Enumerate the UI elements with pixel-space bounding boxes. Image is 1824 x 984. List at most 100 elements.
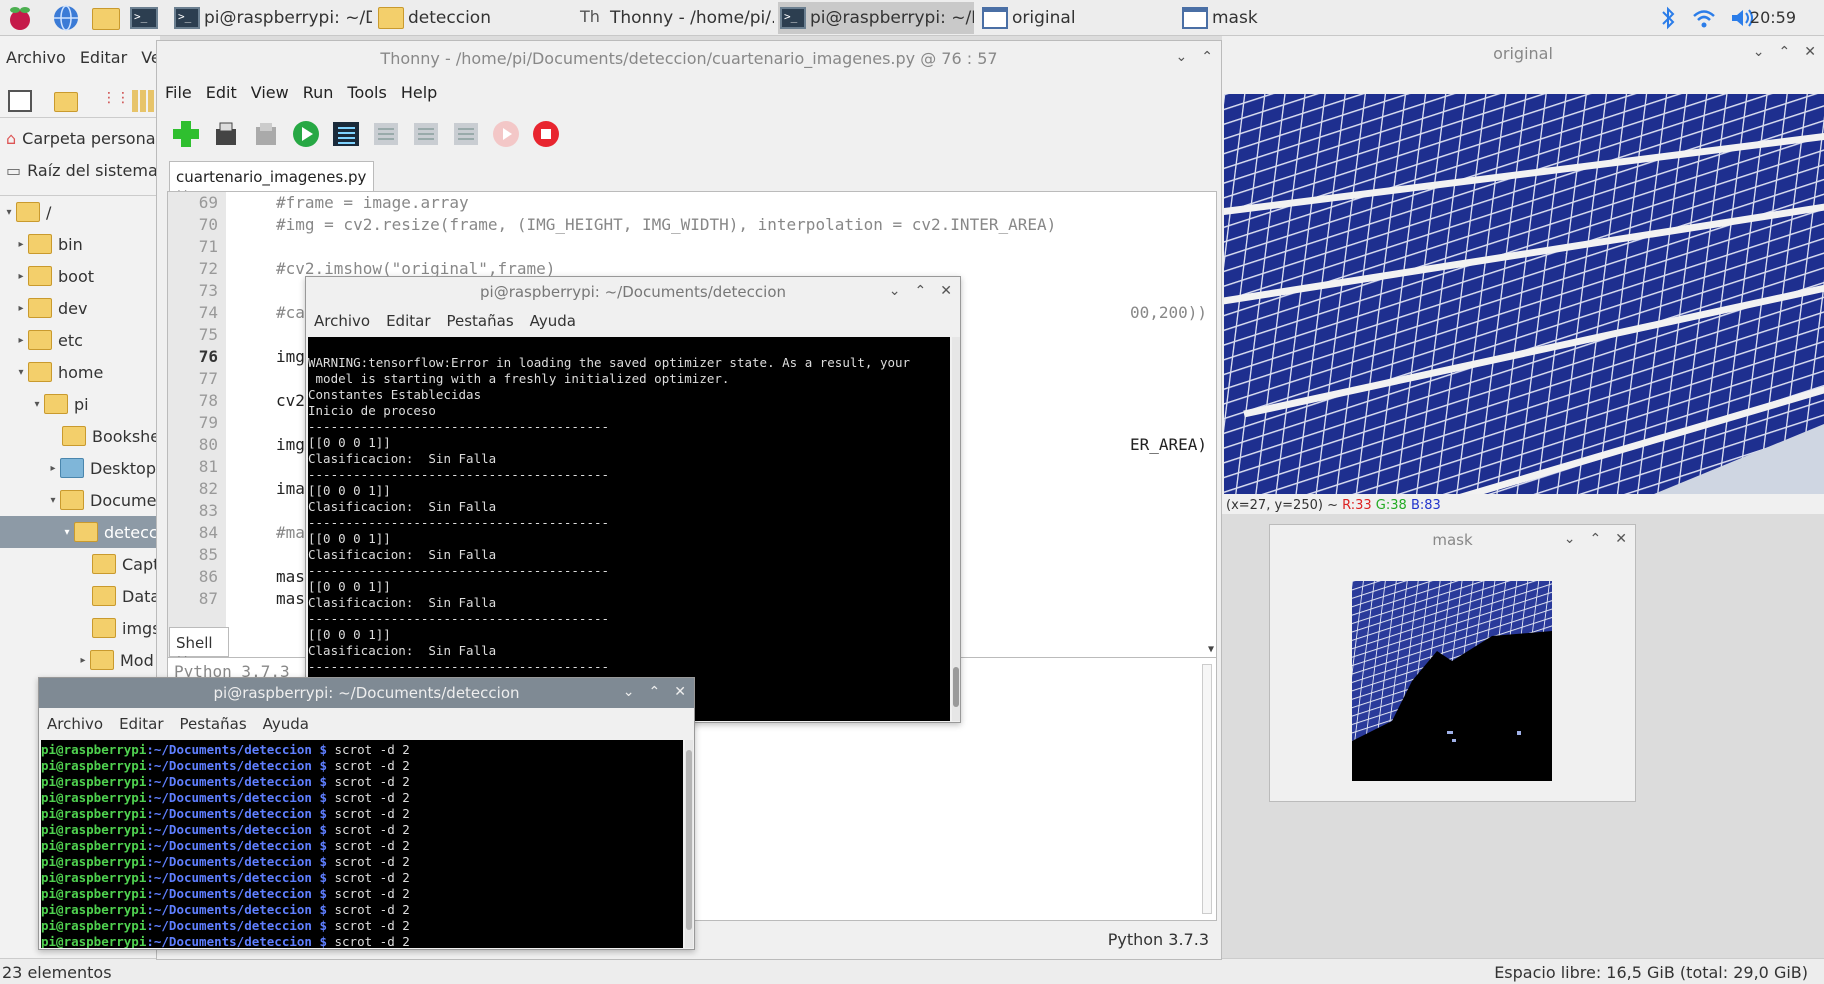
expand-arrow-icon[interactable]: ▸ bbox=[14, 303, 28, 314]
open-file-icon[interactable] bbox=[211, 119, 241, 149]
tree-item-boot[interactable]: ▸ boot bbox=[0, 260, 160, 292]
run-icon[interactable] bbox=[291, 119, 321, 149]
term-menu-archivo[interactable]: Archivo bbox=[47, 715, 103, 733]
new-file-icon[interactable] bbox=[171, 119, 201, 149]
icon-view-icon[interactable] bbox=[132, 90, 156, 112]
tree-item-imgs[interactable]: imgs bbox=[0, 612, 161, 644]
terminal-output[interactable]: WARNING:tensorflow:Error in loading the … bbox=[308, 337, 950, 721]
tree-view-icon[interactable]: ⋮⋮ bbox=[102, 90, 130, 112]
expand-arrow-icon[interactable]: ▸ bbox=[14, 335, 28, 346]
tree-item-desktop[interactable]: ▸ Desktop bbox=[0, 452, 160, 484]
menu-edit[interactable]: Edit bbox=[206, 83, 237, 102]
expand-arrow-icon[interactable]: ▸ bbox=[14, 271, 28, 282]
terminal-launcher-icon[interactable]: >_ bbox=[130, 7, 158, 29]
close-icon[interactable]: ✕ bbox=[940, 283, 952, 299]
fm-menu-editar[interactable]: Editar bbox=[80, 48, 127, 67]
debug-icon[interactable] bbox=[331, 119, 361, 149]
close-icon[interactable]: ✕ bbox=[1804, 44, 1816, 60]
step-over-icon[interactable] bbox=[371, 119, 401, 149]
terminal-scrollbar[interactable] bbox=[952, 337, 960, 721]
expand-arrow-icon[interactable]: ▸ bbox=[46, 463, 60, 474]
expand-arrow-icon[interactable]: ▸ bbox=[76, 655, 90, 666]
term-menu-editar[interactable]: Editar bbox=[386, 312, 430, 330]
tree-item-dev[interactable]: ▸ dev bbox=[0, 292, 160, 324]
tree-item-pi[interactable]: ▾ pi bbox=[0, 388, 160, 420]
menu-view[interactable]: View bbox=[251, 83, 289, 102]
menu-run[interactable]: Run bbox=[303, 83, 334, 102]
tree-item-bin[interactable]: ▸ bin bbox=[0, 228, 160, 260]
minimize-icon[interactable]: ⌄ bbox=[623, 684, 635, 700]
new-window-icon[interactable] bbox=[8, 90, 32, 112]
maximize-icon[interactable]: ⌃ bbox=[1201, 49, 1213, 65]
expand-arrow-icon[interactable]: ▸ bbox=[14, 239, 28, 250]
task-terminal-1[interactable]: >_pi@raspberrypi: ~/Do... bbox=[172, 2, 372, 34]
solar-panel-image[interactable] bbox=[1224, 94, 1824, 494]
terminal-shell-output[interactable]: pi@raspberrypi:~/Documents/deteccion $ s… bbox=[41, 740, 683, 948]
task-terminal-2[interactable]: >_pi@raspberrypi: ~/Do... bbox=[778, 2, 974, 34]
tree-item-deteccion[interactable]: ▾ deteccio bbox=[0, 516, 172, 548]
fm-menu-archivo[interactable]: Archivo bbox=[6, 48, 66, 67]
task-original[interactable]: original bbox=[980, 2, 1176, 34]
tree-item-home[interactable]: ▾ home bbox=[0, 356, 160, 388]
terminal-titlebar[interactable]: pi@raspberrypi: ~/Documents/deteccion ⌄ ⌃… bbox=[39, 678, 694, 708]
step-into-icon[interactable] bbox=[411, 119, 441, 149]
menu-file[interactable]: File bbox=[165, 83, 192, 102]
close-icon[interactable]: ✕ bbox=[674, 684, 686, 700]
expand-arrow-icon[interactable]: ▾ bbox=[2, 207, 16, 218]
minimize-icon[interactable]: ⌄ bbox=[1564, 531, 1576, 547]
minimize-icon[interactable]: ⌄ bbox=[1176, 49, 1188, 65]
expand-arrow-icon[interactable]: ▾ bbox=[14, 367, 28, 378]
maximize-icon[interactable]: ⌃ bbox=[1590, 531, 1602, 547]
term-menu-ayuda[interactable]: Ayuda bbox=[263, 715, 309, 733]
menu-help[interactable]: Help bbox=[401, 83, 437, 102]
shell-tab[interactable]: Shell ✕ bbox=[169, 627, 229, 670]
terminal-titlebar[interactable]: pi@raspberrypi: ~/Documents/deteccion ⌄ ⌃… bbox=[306, 277, 960, 307]
maximize-icon[interactable]: ⌃ bbox=[649, 684, 661, 700]
stop-icon[interactable] bbox=[531, 119, 561, 149]
term-menu-editar[interactable]: Editar bbox=[119, 715, 163, 733]
tree-item-documents[interactable]: ▾ Documer bbox=[0, 484, 163, 516]
scrollbar-thumb[interactable] bbox=[953, 667, 959, 707]
term-menu-pestanas[interactable]: Pestañas bbox=[447, 312, 514, 330]
maximize-icon[interactable]: ⌃ bbox=[915, 283, 927, 299]
tree-item-root[interactable]: ▾ / bbox=[0, 196, 160, 228]
task-mask[interactable]: mask bbox=[1180, 2, 1376, 34]
expand-arrow-icon[interactable]: ▾ bbox=[30, 399, 44, 410]
place-home[interactable]: ⌂ Carpeta personal bbox=[0, 122, 160, 154]
resume-icon[interactable] bbox=[491, 119, 521, 149]
bluetooth-icon[interactable] bbox=[1654, 4, 1682, 32]
raspberry-menu-icon[interactable] bbox=[6, 4, 34, 32]
tree-item-bookshelf[interactable]: Bookshel bbox=[0, 420, 165, 452]
expand-arrow-icon[interactable]: ▾ bbox=[60, 527, 74, 538]
cursor-line[interactable]: pi@raspberrypi:~/Documents/deteccion $ s… bbox=[41, 934, 683, 948]
step-out-icon[interactable] bbox=[451, 119, 481, 149]
mask-image[interactable] bbox=[1352, 581, 1552, 781]
web-browser-icon[interactable] bbox=[52, 4, 80, 32]
clock[interactable]: 20:59 bbox=[1750, 8, 1796, 27]
tree-item-mod[interactable]: ▸ Mod bbox=[0, 644, 160, 676]
scroll-down-icon[interactable]: ▼ bbox=[1208, 644, 1214, 655]
save-file-icon[interactable] bbox=[251, 119, 281, 149]
shell-scrollbar[interactable] bbox=[1202, 664, 1212, 914]
mask-titlebar[interactable]: mask ⌄ ⌃ ✕ bbox=[1270, 525, 1635, 555]
expand-arrow-icon[interactable]: ▾ bbox=[46, 495, 60, 506]
minimize-icon[interactable]: ⌄ bbox=[1753, 44, 1765, 60]
task-thonny[interactable]: Th Thonny - /home/pi/... bbox=[578, 2, 774, 34]
original-titlebar[interactable]: original ⌄ ⌃ ✕ bbox=[1222, 36, 1824, 70]
wifi-icon[interactable] bbox=[1690, 4, 1718, 32]
close-icon[interactable]: ✕ bbox=[1615, 531, 1627, 547]
tree-item-data[interactable]: Data bbox=[0, 580, 160, 612]
terminal-scrollbar[interactable] bbox=[685, 740, 693, 948]
tree-item-capt[interactable]: Capt bbox=[0, 548, 160, 580]
thonny-titlebar[interactable]: Thonny - /home/pi/Documents/deteccion/cu… bbox=[157, 41, 1221, 75]
file-manager-icon[interactable] bbox=[92, 8, 120, 30]
maximize-icon[interactable]: ⌃ bbox=[1779, 44, 1791, 60]
term-menu-archivo[interactable]: Archivo bbox=[314, 312, 370, 330]
term-menu-ayuda[interactable]: Ayuda bbox=[530, 312, 576, 330]
term-menu-pestanas[interactable]: Pestañas bbox=[180, 715, 247, 733]
scrollbar-thumb[interactable] bbox=[686, 750, 692, 930]
minimize-icon[interactable]: ⌄ bbox=[889, 283, 901, 299]
tree-item-etc[interactable]: ▸ etc bbox=[0, 324, 160, 356]
task-file-manager[interactable]: deteccion bbox=[376, 2, 572, 34]
place-root[interactable]: ▭ Raíz del sistema bbox=[0, 154, 160, 186]
